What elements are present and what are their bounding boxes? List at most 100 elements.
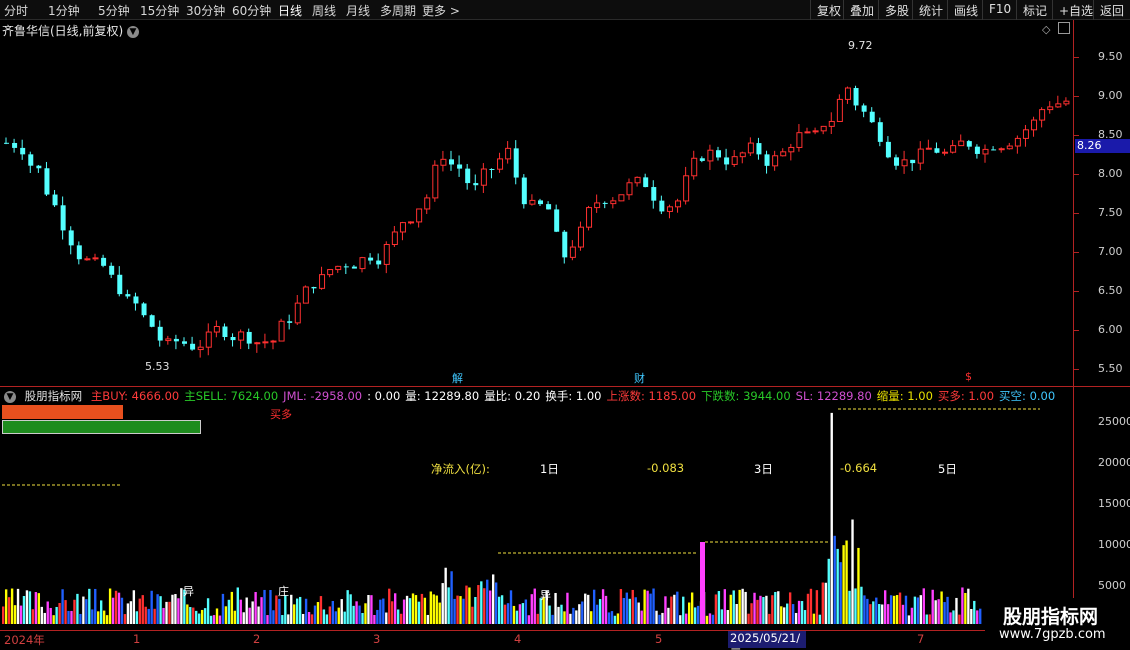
candle-body [376,260,382,265]
volume-bar [842,545,845,624]
volume-bar [786,603,789,624]
volume-bar [711,614,715,624]
volume-bar [563,611,566,624]
period-tab-weekly[interactable]: 周线 [312,2,336,19]
overlay-button[interactable]: 叠加 [843,0,880,20]
add-watchlist-button[interactable]: +自选 [1052,0,1099,20]
volume-bar [379,599,382,624]
volume-bar [661,612,664,624]
volume-bar [382,598,385,624]
volume-bar [649,593,652,624]
candle-body [12,142,18,148]
volume-bar [747,613,750,624]
back-button[interactable]: 返回 [1093,0,1130,20]
candle-body [812,130,819,133]
volume-bar [744,591,747,624]
candle-body [699,158,705,161]
volume-bar [376,609,379,624]
period-tab-fenshi[interactable]: 分时 [4,2,28,19]
period-tab-more[interactable]: 更多 > [422,2,460,19]
candle-body [424,197,431,210]
anomaly-mark: 异 [540,589,551,602]
volume-bar [780,606,783,624]
volume-chart[interactable] [0,387,1073,630]
period-tab-1min[interactable]: 1分钟 [48,2,80,19]
volume-bar [16,588,20,624]
candle-body [190,343,196,350]
volume-bar [489,590,492,624]
volume-bar [806,593,810,624]
volume-bar [97,611,100,624]
mark-button[interactable]: 标记 [1016,0,1053,20]
event-mark-finance[interactable]: 财 [634,370,645,386]
volume-bar [459,596,462,624]
candle-body [20,147,26,155]
volume-bar [186,604,189,624]
volume-bar [783,607,786,624]
volume-bar [147,608,150,624]
volume-bar [435,595,438,624]
volume-bar [679,615,682,624]
price-axis-tick [1073,57,1079,58]
candle-body [489,169,495,171]
stats-button[interactable]: 统计 [912,0,949,20]
candle-body [643,177,649,188]
f10-button[interactable]: F10 [982,0,1017,20]
volume-bar [759,595,762,624]
volume-bar [414,595,418,624]
candlestick-chart[interactable] [0,20,1073,386]
volume-bar [370,595,373,624]
volume-bar [189,607,192,624]
volume-bar [818,614,822,624]
volume-bar [714,594,718,624]
period-tab-30min[interactable]: 30分钟 [186,2,225,19]
volume-bar [797,600,801,624]
event-mark-dividend[interactable]: $ [965,370,972,383]
volume-bar [676,591,679,624]
volume-bar [628,598,631,624]
volume-bar [634,597,637,624]
candle-body [1031,119,1038,131]
candle-body [982,148,989,155]
volume-bar [340,599,343,624]
period-tab-60min[interactable]: 60分钟 [232,2,271,19]
draw-button[interactable]: 画线 [947,0,984,20]
volume-bar [551,614,554,624]
volume-bar [301,613,305,624]
candle-body [1055,103,1062,108]
volume-bar [429,591,433,624]
candle-body [92,257,99,260]
volume-bar [791,604,795,624]
period-tab-monthly[interactable]: 月线 [346,2,370,19]
volume-bar [931,589,934,624]
volume-bar [94,588,97,624]
volume-bar [373,614,376,624]
volume-tick-label: 15000 [1098,497,1130,510]
volume-bar [503,604,507,624]
candle-body [270,340,277,343]
adjust-button[interactable]: 复权 [810,0,847,20]
volume-bar [453,598,456,624]
volume-bar [848,590,851,624]
candle-body [343,266,349,268]
period-tab-multi[interactable]: 多周期 [380,2,416,19]
candle-body [238,331,245,341]
period-tab-daily[interactable]: 日线 [278,2,302,19]
volume-bar [682,596,685,624]
candle-body [513,148,519,178]
candle-body [125,294,131,297]
event-mark-unlock[interactable]: 解 [452,370,463,386]
volume-bar [898,592,902,624]
volume-bar [809,588,813,624]
period-tab-15min[interactable]: 15分钟 [140,2,179,19]
volume-bar [135,611,139,624]
candle-body [52,194,58,206]
volume-bar [195,610,198,624]
volume-bar [480,581,483,624]
volume-bar [275,595,278,624]
period-tab-5min[interactable]: 5分钟 [98,2,130,19]
volume-bar [575,610,578,624]
volume-bar [129,601,133,624]
volume-bar [150,590,153,624]
multi-stock-button[interactable]: 多股 [878,0,915,20]
